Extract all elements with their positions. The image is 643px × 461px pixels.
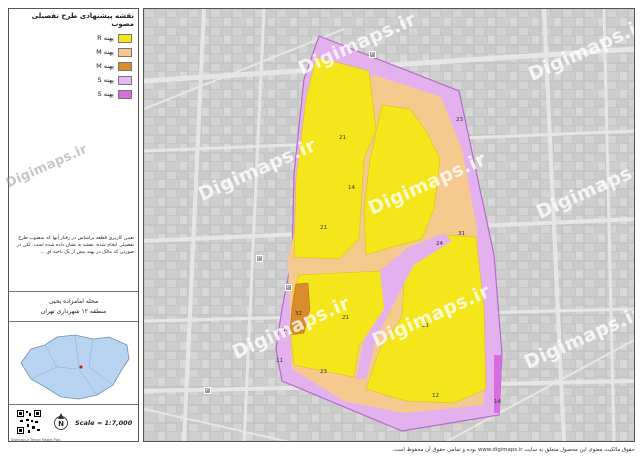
parking-icon[interactable]: P [204, 387, 211, 394]
zone-label: 11 [276, 358, 283, 364]
zone-label: 14 [348, 185, 355, 191]
panel-title: نقشه پیشنهادی طرح تفصیلی مصوب [31, 12, 134, 28]
base-map: 21 14 23 21 21 32 33 21 23 24 31 12 14 1… [144, 9, 634, 441]
copyright-footer: حقوق مالکیت معنوی این محصول متعلق به سای… [391, 447, 635, 453]
qr-code-icon [16, 409, 42, 435]
legend-label: پهنه M [96, 48, 114, 56]
zone-label: 21 [339, 135, 346, 141]
zone-label: 21 [320, 225, 327, 231]
divider [9, 291, 138, 292]
zone-label: 14 [494, 399, 501, 405]
zone-label: 31 [458, 231, 465, 237]
legend-panel: نقشه پیشنهادی طرح تفصیلی مصوب پهنه R پهن… [4, 8, 139, 442]
map-view[interactable]: 21 14 23 21 21 32 33 21 23 24 31 12 14 1… [143, 8, 635, 442]
legend-item: پهنه M [96, 61, 132, 71]
description-text: تعیین کاربری قطعه براساس در رفتار آنها ک… [16, 236, 134, 256]
parking-icon[interactable]: P [285, 284, 292, 291]
zone-label: 24 [436, 241, 443, 247]
parking-icon[interactable]: P [369, 51, 376, 58]
legend-label: پهنه S [97, 76, 114, 84]
zone-label: 23 [456, 117, 463, 123]
zone-label: 23 [320, 369, 327, 375]
legend-swatch [118, 61, 132, 71]
svg-text:N: N [58, 420, 64, 428]
legend-item: پهنه S [98, 89, 132, 99]
divider [9, 321, 138, 322]
legend-item: پهنه R [97, 33, 132, 43]
legend-label: پهنه R [97, 34, 114, 42]
legend-label: پهنه S [97, 90, 114, 98]
locator-map [17, 329, 132, 403]
legend-item: پهنه S [98, 75, 132, 85]
legend-swatch [118, 33, 132, 43]
north-arrow-icon: N [53, 413, 69, 431]
scale-label: Scale = 1:7,000 [75, 419, 133, 427]
district-name: منطقه ۱۲ شهرداری تهران [40, 308, 107, 315]
watermark: Digimaps.ir [3, 141, 90, 192]
location-marker [79, 365, 83, 369]
zone-label: 12 [432, 393, 439, 399]
legend-swatch [118, 89, 132, 99]
legend-swatch [118, 75, 132, 85]
parking-icon[interactable]: P [256, 255, 263, 262]
locator-map-graphic [20, 334, 130, 400]
panel-footer: Digimaps.ir Tehran Master Plan [11, 438, 61, 442]
area-name: محله امامزاده یحیی [48, 298, 99, 305]
legend-swatch [118, 47, 132, 57]
divider [9, 404, 138, 405]
legend-item: پهنه M [96, 47, 132, 57]
legend-label: پهنه M [96, 62, 114, 70]
